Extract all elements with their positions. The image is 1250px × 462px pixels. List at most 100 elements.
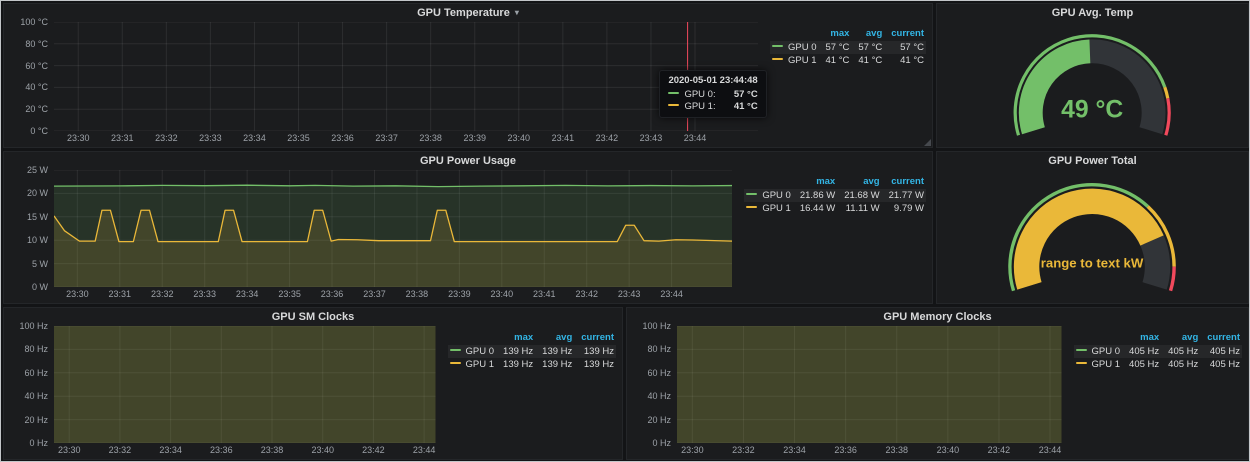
legend-table: maxavgcurrentGPU 021.86 W21.68 W21.77 WG… — [744, 176, 926, 215]
x-tick-label: 23:43 — [618, 289, 641, 299]
legend-row: GPU 1405 Hz405 Hz405 Hz — [1074, 358, 1242, 371]
legend-series-name[interactable]: GPU 0 — [448, 345, 497, 358]
panel-gpu-memory-clocks: GPU Memory Clocks 0 Hz20 Hz40 Hz60 Hz80 … — [626, 307, 1249, 460]
series-fill-gpu-1 — [54, 326, 436, 443]
x-tick-label: 23:42 — [362, 445, 385, 455]
y-tick-label: 25 W — [27, 165, 48, 175]
legend-value-avg: 139 Hz — [535, 358, 574, 371]
panel-title: GPU SM Clocks — [272, 311, 355, 323]
legend-header-avg: avg — [535, 332, 574, 345]
panel-title-gpu-avg-temp[interactable]: GPU Avg. Temp — [937, 4, 1248, 22]
gauge-canvas: 49 °C — [973, 22, 1211, 143]
plot-area[interactable] — [54, 170, 732, 287]
series-color-dash-icon — [1076, 362, 1087, 364]
panel-title-gpu-power-total[interactable]: GPU Power Total — [937, 152, 1248, 170]
legend-series-name[interactable]: GPU 1 — [744, 202, 793, 215]
series-color-dash-icon — [450, 362, 461, 364]
legend-value-avg: 41 °C — [851, 54, 884, 67]
panel-gpu-power-total: GPU Power Total range to text kW — [936, 151, 1249, 304]
legend-value-max: 405 Hz — [1122, 345, 1161, 358]
x-tick-label: 23:44 — [660, 289, 683, 299]
gauge-value-text: 49 °C — [1061, 96, 1123, 123]
x-tick-label: 23:36 — [210, 445, 233, 455]
legend-series-name[interactable]: GPU 1 — [1074, 358, 1123, 371]
x-axis: 23:3023:3223:3423:3623:3823:4023:4223:44 — [677, 443, 1062, 457]
x-tick-label: 23:32 — [151, 289, 174, 299]
panel-title: GPU Memory Clocks — [883, 311, 991, 323]
gauge-threshold-ring — [1171, 267, 1175, 291]
x-tick-label: 23:32 — [732, 445, 755, 455]
tooltip-timestamp: 2020-05-01 23:44:48 — [668, 75, 757, 86]
legend-value-max: 16.44 W — [793, 202, 837, 215]
panel-title-gpu-sm-clocks[interactable]: GPU SM Clocks — [4, 308, 622, 326]
y-tick-label: 60 °C — [25, 61, 48, 71]
y-axis: 0 Hz20 Hz40 Hz60 Hz80 Hz100 Hz — [8, 326, 54, 443]
y-tick-label: 20 W — [27, 188, 48, 198]
gauge-threshold-ring — [1166, 98, 1169, 135]
x-tick-label: 23:33 — [193, 289, 216, 299]
y-tick-label: 100 °C — [20, 17, 48, 27]
y-tick-label: 40 Hz — [24, 391, 48, 401]
y-tick-label: 40 Hz — [647, 391, 671, 401]
plot-area[interactable]: 2020-05-01 23:44:48 GPU 0: 57 °CGPU 1:41 … — [54, 22, 758, 131]
gauge: 49 °C — [937, 22, 1248, 143]
x-tick-label: 23:36 — [834, 445, 857, 455]
tooltip-series-name: GPU 0: — [684, 89, 715, 100]
x-tick-label: 23:30 — [681, 445, 704, 455]
y-tick-label: 20 Hz — [647, 415, 671, 425]
y-tick-label: 5 W — [32, 259, 48, 269]
x-tick-label: 23:38 — [419, 133, 442, 143]
y-tick-label: 100 Hz — [642, 321, 671, 331]
series-color-dash-icon — [772, 58, 783, 60]
x-axis: 23:3023:3123:3223:3323:3423:3523:3623:37… — [54, 131, 758, 145]
gauge-threshold-ring — [1165, 87, 1168, 98]
tooltip-series-name: GPU 1: — [684, 101, 715, 112]
y-tick-label: 60 Hz — [24, 368, 48, 378]
y-tick-label: 0 W — [32, 282, 48, 292]
legend: maxavgcurrentGPU 0139 Hz139 Hz139 HzGPU … — [436, 326, 618, 457]
panel-title: GPU Avg. Temp — [1052, 7, 1134, 19]
legend-row: GPU 116.44 W11.11 W9.79 W — [744, 202, 926, 215]
legend-series-name[interactable]: GPU 0 — [770, 41, 819, 54]
x-axis: 23:3023:3223:3423:3623:3823:4023:4223:44 — [54, 443, 436, 457]
panel-resize-handle[interactable] — [924, 139, 931, 146]
legend-series-name[interactable]: GPU 0 — [1074, 345, 1123, 358]
legend-value-current: 405 Hz — [1200, 345, 1242, 358]
y-tick-label: 80 Hz — [24, 344, 48, 354]
panel-title-gpu-memory-clocks[interactable]: GPU Memory Clocks — [627, 308, 1248, 326]
y-tick-label: 0 Hz — [652, 438, 671, 448]
legend-table: maxavgcurrentGPU 0405 Hz405 Hz405 HzGPU … — [1074, 332, 1242, 371]
panel-title-gpu-power-usage[interactable]: GPU Power Usage — [4, 152, 932, 170]
tooltip-series-value: 57 °C — [722, 89, 758, 100]
x-tick-label: 23:34 — [783, 445, 806, 455]
x-tick-label: 23:44 — [684, 133, 707, 143]
panel-title-gpu-temperature[interactable]: GPU Temperature ▾ — [4, 4, 932, 22]
x-tick-label: 23:32 — [109, 445, 132, 455]
y-tick-label: 15 W — [27, 212, 48, 222]
legend-value-avg: 11.11 W — [837, 202, 881, 215]
y-tick-label: 0 Hz — [29, 438, 48, 448]
x-tick-label: 23:40 — [311, 445, 334, 455]
x-tick-label: 23:38 — [406, 289, 429, 299]
legend-row: GPU 141 °C41 °C41 °C — [770, 54, 926, 67]
legend-header-max: max — [496, 332, 535, 345]
panel-body: 0 Hz20 Hz40 Hz60 Hz80 Hz100 Hz 23:3023:3… — [8, 326, 618, 457]
legend-series-name[interactable]: GPU 1 — [448, 358, 497, 371]
legend-series-name[interactable]: GPU 1 — [770, 54, 819, 67]
tooltip-row: GPU 1:41 °C — [668, 101, 757, 112]
gauge-value-text: range to text kW — [1041, 256, 1144, 271]
legend-row: GPU 1139 Hz139 Hz139 Hz — [448, 358, 616, 371]
legend-value-avg: 405 Hz — [1161, 358, 1200, 371]
legend-value-avg: 405 Hz — [1161, 345, 1200, 358]
legend-value-current: 21.77 W — [882, 189, 926, 202]
chart-canvas — [54, 170, 732, 287]
x-tick-label: 23:41 — [533, 289, 556, 299]
chevron-down-icon: ▾ — [515, 9, 519, 17]
y-tick-label: 100 Hz — [19, 321, 48, 331]
y-tick-label: 40 °C — [25, 82, 48, 92]
legend-value-current: 405 Hz — [1200, 358, 1242, 371]
plot-area[interactable] — [54, 326, 436, 443]
legend-series-name[interactable]: GPU 0 — [744, 189, 793, 202]
legend-header-max: max — [1122, 332, 1161, 345]
plot-area[interactable] — [677, 326, 1062, 443]
